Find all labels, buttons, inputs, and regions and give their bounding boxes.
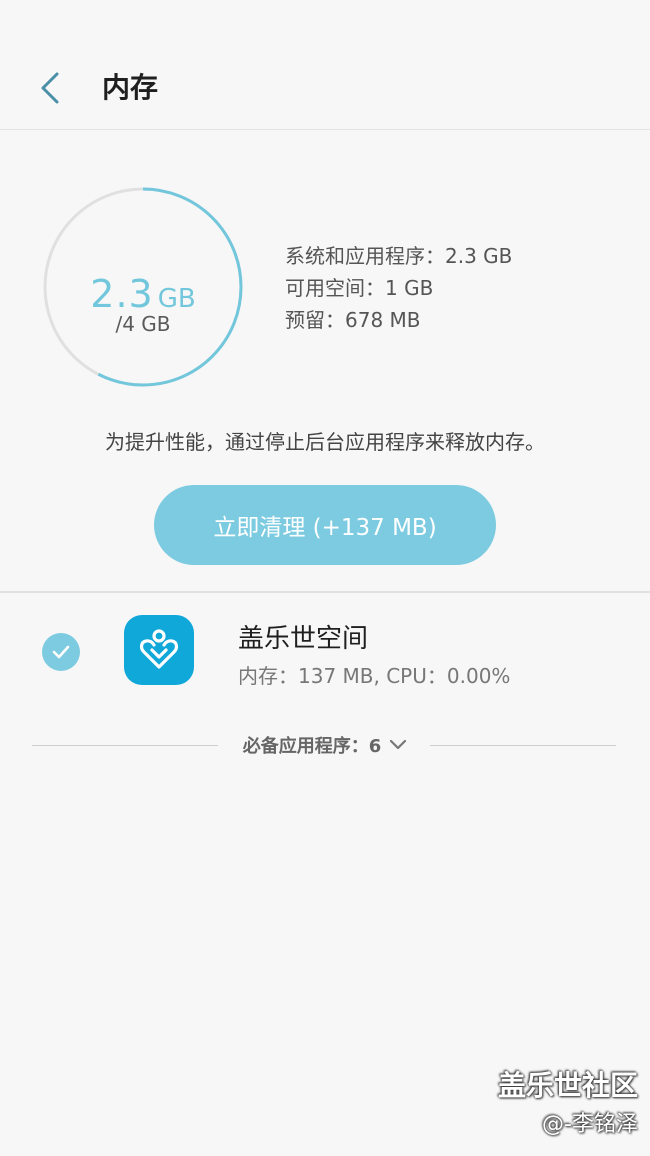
used-unit: GB	[157, 284, 196, 314]
available-memory: 可用空间：1 GB	[285, 276, 434, 300]
section-divider	[0, 591, 650, 593]
memory-usage-ring: 2.3 GB	[42, 186, 244, 388]
app-usage-detail: 内存：137 MB, CPU：0.00%	[238, 664, 511, 688]
watermark-community: 盖乐世社区	[497, 1069, 638, 1102]
system-apps-usage: 系统和应用程序：2.3 GB	[285, 244, 513, 268]
essential-apps-label: 必备应用程序：6	[242, 736, 382, 757]
app-list-item[interactable]: 盖乐世空间 内存：137 MB, CPU：0.00%	[0, 600, 650, 704]
divider-line-right	[430, 745, 616, 746]
person-heart-icon	[139, 629, 179, 669]
app-name: 盖乐世空间	[238, 624, 369, 654]
page-title: 内存	[102, 71, 159, 104]
watermark-author: @-李铭泽	[542, 1112, 638, 1137]
clean-now-button[interactable]: 立即清理 (+137 MB)	[154, 485, 496, 565]
app-bar: 内存	[0, 0, 650, 130]
divider-line-left	[32, 745, 218, 746]
reserved-memory: 预留：678 MB	[285, 308, 421, 332]
back-button[interactable]	[28, 62, 72, 114]
app-select-checkbox[interactable]	[42, 633, 80, 671]
galaxy-space-app-icon	[124, 615, 194, 685]
checkmark-icon	[52, 645, 70, 659]
total-memory-label: /4 GB	[115, 312, 171, 336]
essential-apps-section: 必备应用程序：6	[32, 732, 616, 758]
used-memory-value: 2.3 GB	[42, 272, 244, 316]
chevron-down-icon	[389, 739, 407, 751]
essential-apps-toggle[interactable]: 必备应用程序：6	[232, 732, 418, 758]
memory-breakdown: 系统和应用程序：2.3 GB 可用空间：1 GB 预留：678 MB	[285, 240, 512, 336]
chevron-left-icon	[41, 72, 59, 104]
performance-hint: 为提升性能，通过停止后台应用程序来释放内存。	[105, 430, 545, 454]
used-number: 2.3	[90, 272, 154, 316]
